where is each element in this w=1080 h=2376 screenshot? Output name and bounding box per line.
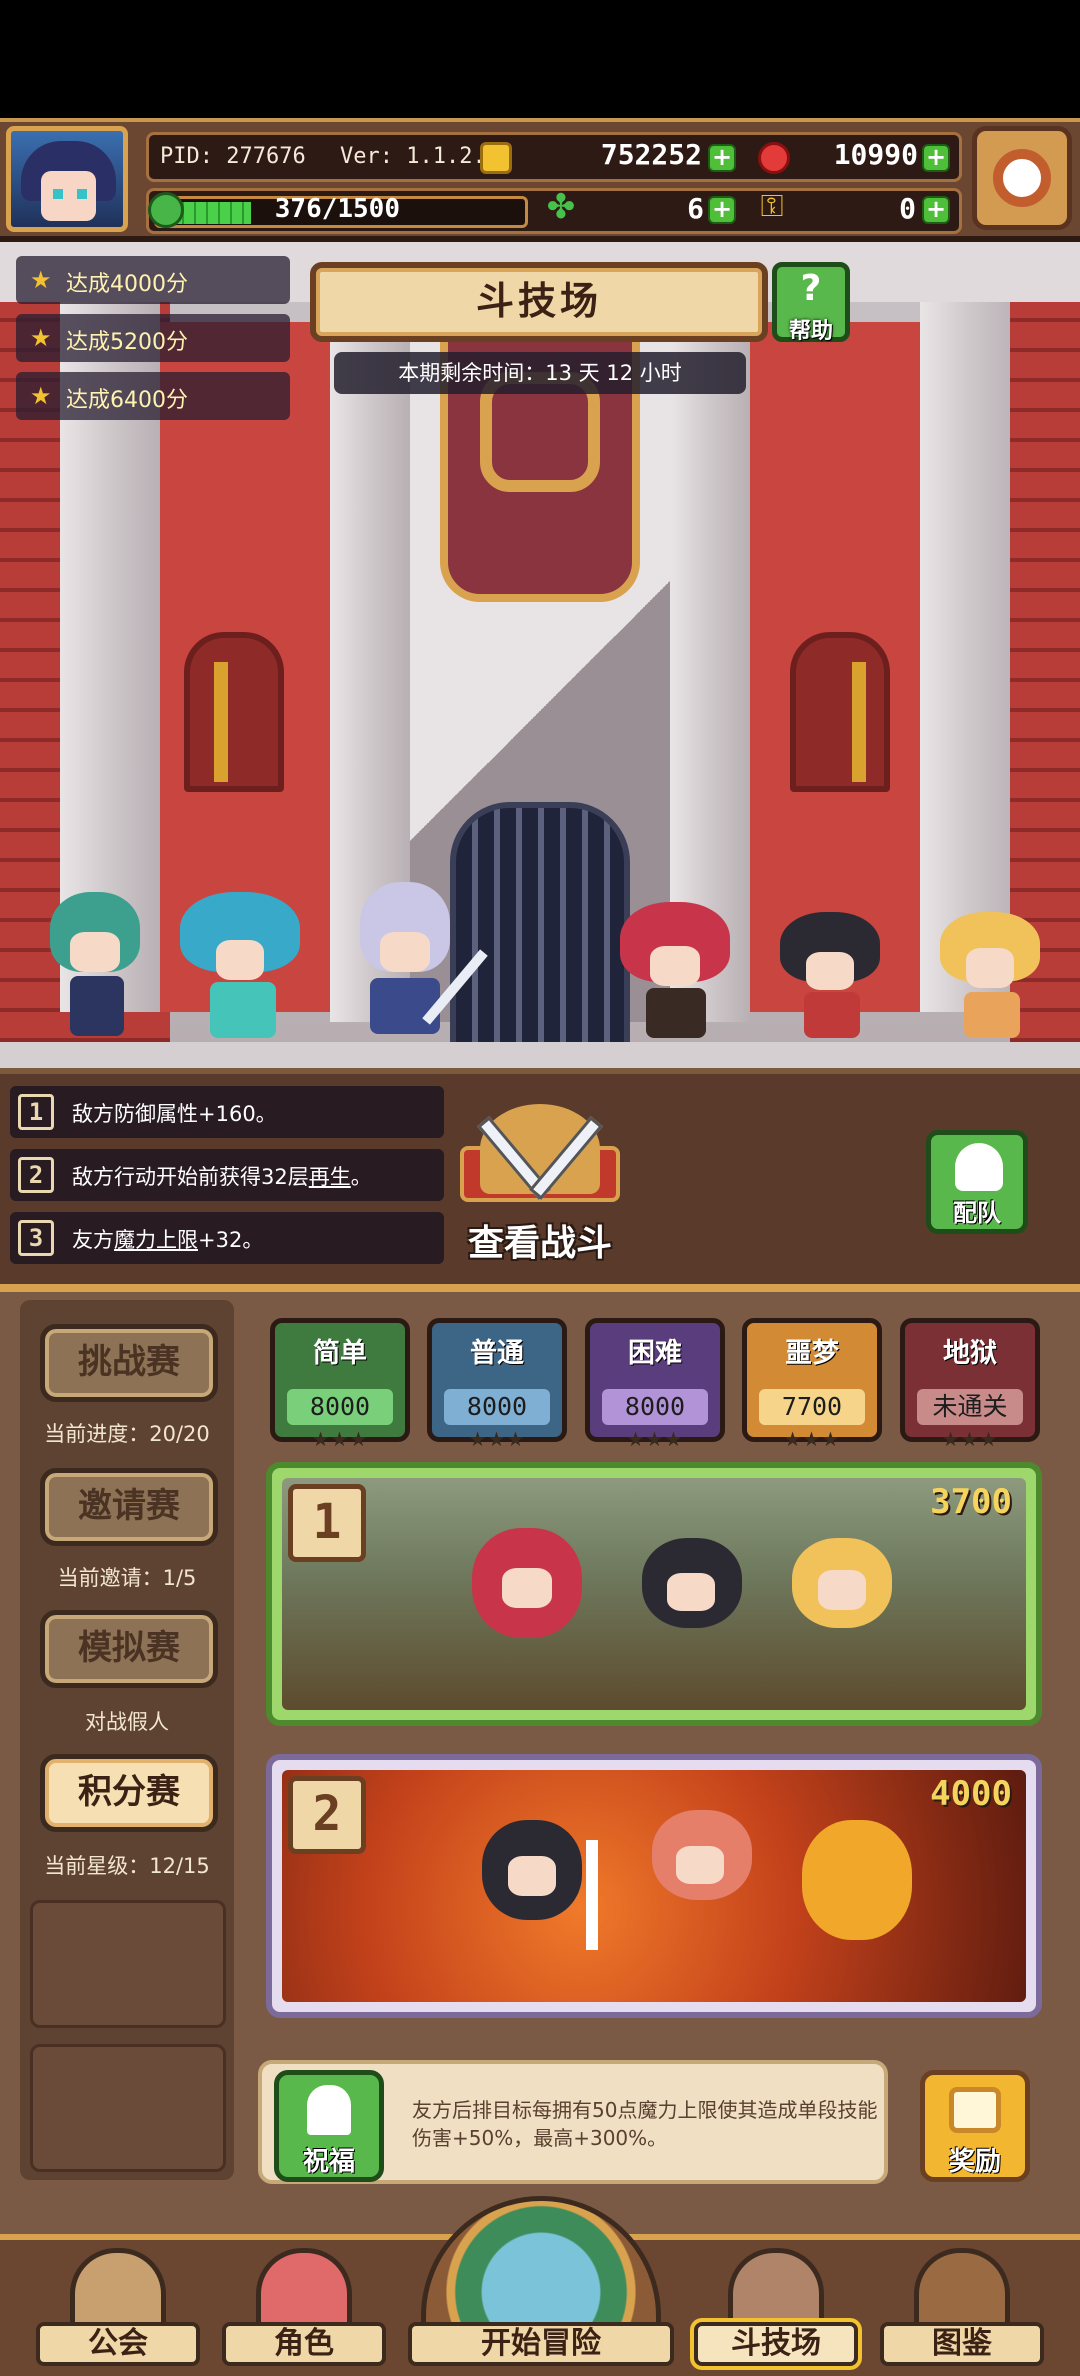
season-timer: 本期剩余时间：13 天 12 小时 bbox=[334, 352, 746, 394]
nav-label: 公会 bbox=[36, 2322, 200, 2366]
add-clover-button[interactable]: + bbox=[708, 196, 736, 224]
sim-mode-button[interactable]: 模拟赛 bbox=[40, 1610, 218, 1688]
ally-character-3 bbox=[330, 882, 488, 1042]
points-star-level: 当前星级：12/15 bbox=[44, 1854, 210, 1878]
opponent-score: 4000 bbox=[930, 1774, 1012, 1814]
rule-number: 1 bbox=[18, 1094, 54, 1130]
nav-label: 斗技场 bbox=[694, 2322, 858, 2366]
enemy-character-2 bbox=[770, 912, 890, 1042]
team-icon bbox=[955, 1143, 1003, 1191]
help-label: 帮助 bbox=[788, 319, 833, 344]
leaf-icon bbox=[148, 192, 184, 228]
nav-label: 开始冒险 bbox=[408, 2322, 674, 2366]
blessing-description: 友方后排目标每拥有50点魔力上限使其造成单段技能伤害+50%，最高+300%。 bbox=[412, 2098, 878, 2150]
stamina-value: 376/1500 bbox=[274, 194, 400, 224]
challenge-mode-button[interactable]: 挑战赛 bbox=[40, 1324, 218, 1402]
invite-mode-button[interactable]: 邀请赛 bbox=[40, 1468, 218, 1546]
keyword-link[interactable]: 魔力上限 bbox=[114, 1228, 198, 1252]
player-avatar[interactable] bbox=[6, 126, 128, 232]
mission-label: 达成6400分 bbox=[66, 388, 188, 413]
coin-icon bbox=[480, 142, 512, 174]
rule-item: 1 敌方防御属性+160。 bbox=[10, 1086, 444, 1138]
add-gold-button[interactable]: + bbox=[708, 144, 736, 172]
gear-icon bbox=[993, 149, 1051, 207]
empty-mode-slot bbox=[30, 2044, 226, 2172]
mission-item[interactable]: ★ 达成5200分 bbox=[16, 314, 290, 362]
enemy-character-3 bbox=[930, 912, 1050, 1042]
nav-codex[interactable]: 图鉴 bbox=[880, 2240, 1044, 2370]
add-key-button[interactable]: + bbox=[922, 196, 950, 224]
mission-item[interactable]: ★ 达成6400分 bbox=[16, 372, 290, 420]
rule-item: 3 友方魔力上限+32。 bbox=[10, 1212, 444, 1264]
rule-number: 3 bbox=[18, 1220, 54, 1256]
blessing-icon bbox=[307, 2085, 351, 2135]
mission-label: 达成4000分 bbox=[66, 272, 188, 297]
reward-label: 奖励 bbox=[948, 2147, 1001, 2177]
rule-number: 2 bbox=[18, 1157, 54, 1193]
blessing-label: 祝福 bbox=[302, 2147, 355, 2177]
gold-amount: 752252 bbox=[600, 138, 702, 171]
clover-icon: ✤ bbox=[546, 187, 576, 227]
ally-character-1 bbox=[40, 892, 150, 1042]
rank-badge: 1 bbox=[288, 1484, 366, 1562]
rule-text: 敌方防御属性+160。 bbox=[72, 1102, 277, 1126]
difficulty-tab-easy[interactable]: 简单 8000 ★★★ bbox=[270, 1318, 410, 1451]
nav-characters[interactable]: 角色 bbox=[222, 2240, 386, 2370]
mission-item[interactable]: ★ 达成4000分 bbox=[16, 256, 290, 304]
rank-badge: 2 bbox=[288, 1776, 366, 1854]
team-label: 配队 bbox=[953, 1199, 1001, 1227]
challenge-progress: 当前进度：20/20 bbox=[44, 1422, 210, 1446]
keyword-link[interactable]: 再生 bbox=[309, 1165, 351, 1189]
gem-amount: 10990 bbox=[833, 138, 918, 171]
mission-label: 达成5200分 bbox=[66, 330, 188, 355]
nav-label: 角色 bbox=[222, 2322, 386, 2366]
nav-guild[interactable]: 公会 bbox=[36, 2240, 200, 2370]
crossed-swords-icon[interactable] bbox=[440, 1100, 640, 1220]
player-id: PID: 277676 bbox=[160, 144, 306, 169]
star-icon: ★ bbox=[30, 382, 52, 410]
key-count: 0 bbox=[899, 192, 916, 225]
nav-label: 图鉴 bbox=[880, 2322, 1044, 2366]
empty-mode-slot bbox=[30, 1900, 226, 2028]
key-icon: ⚿ bbox=[760, 189, 784, 224]
help-button[interactable]: ? 帮助 bbox=[772, 262, 850, 344]
clover-count: 6 bbox=[687, 192, 704, 225]
star-icon: ★ bbox=[30, 266, 52, 294]
add-gem-button[interactable]: + bbox=[922, 144, 950, 172]
opponent-card[interactable]: 2 4000 bbox=[266, 1754, 1042, 2018]
rule-item: 2 敌方行动开始前获得32层再生。 bbox=[10, 1149, 444, 1201]
view-battle-button[interactable]: 查看战斗 bbox=[440, 1214, 640, 1266]
reward-button[interactable]: 奖励 bbox=[920, 2070, 1030, 2182]
status-bar bbox=[0, 0, 1080, 118]
opponent-score: 3700 bbox=[930, 1482, 1012, 1522]
rule-text: 友方魔力上限+32。 bbox=[72, 1228, 264, 1252]
arena-title-plate: 斗技场 bbox=[310, 262, 768, 342]
gem-icon bbox=[758, 142, 790, 174]
page-title: 斗技场 bbox=[475, 279, 602, 323]
game-version: Ver: 1.1.2.5 bbox=[340, 144, 499, 169]
nav-start-adventure[interactable]: 开始冒险 bbox=[408, 2196, 674, 2370]
difficulty-tab-hell[interactable]: 地狱 未通关 ★★★ bbox=[900, 1318, 1040, 1451]
invite-progress: 当前邀请：1/5 bbox=[57, 1566, 197, 1590]
sim-subtitle: 对战假人 bbox=[85, 1710, 169, 1734]
question-icon: ? bbox=[800, 268, 822, 309]
points-mode-button[interactable]: 积分赛 bbox=[40, 1754, 218, 1832]
team-setup-button[interactable]: 配队 bbox=[926, 1130, 1028, 1234]
settings-button[interactable] bbox=[972, 126, 1072, 230]
enemy-character-1 bbox=[610, 902, 740, 1042]
reward-icon bbox=[949, 2087, 1001, 2133]
star-icon: ★ bbox=[30, 324, 52, 352]
ally-character-2 bbox=[180, 892, 310, 1042]
blessing-button[interactable]: 祝福 bbox=[274, 2070, 384, 2182]
nav-arena[interactable]: 斗技场 bbox=[694, 2240, 858, 2370]
difficulty-tab-normal[interactable]: 普通 8000 ★★★ bbox=[427, 1318, 567, 1451]
difficulty-tab-nightmare[interactable]: 噩梦 7700 ★★★ bbox=[742, 1318, 882, 1451]
opponent-card[interactable]: 1 3700 bbox=[266, 1462, 1042, 1726]
rule-text: 敌方行动开始前获得32层再生。 bbox=[72, 1165, 372, 1189]
difficulty-tab-hard[interactable]: 困难 8000 ★★★ bbox=[585, 1318, 725, 1451]
